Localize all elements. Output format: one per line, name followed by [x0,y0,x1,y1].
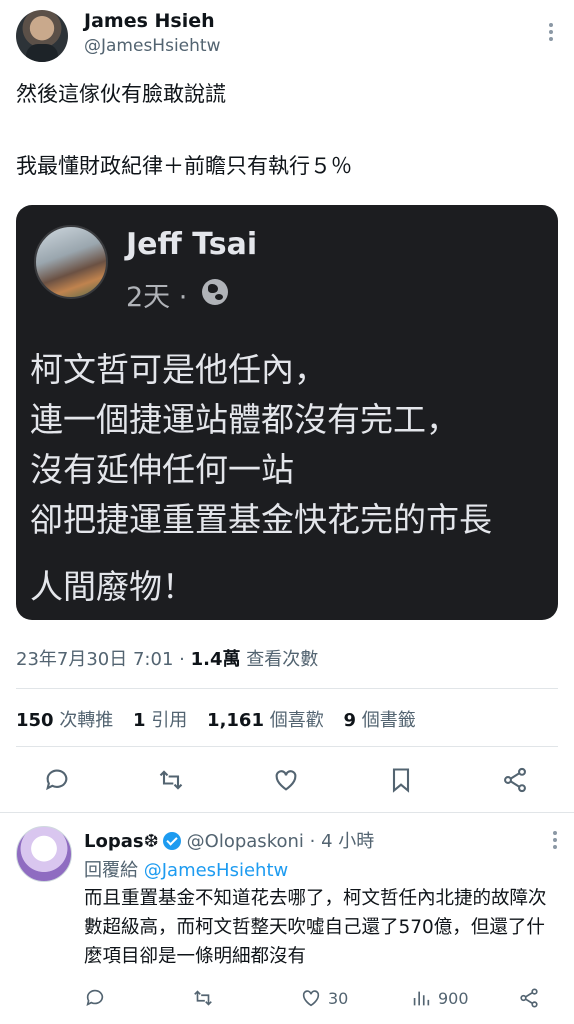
reply-text: 而且重置基金不知道花去哪了，柯文哲任內北捷的故障次數超級高，而柯文哲整天吹噓自己… [84,888,547,967]
reply-view-count: 900 [438,988,469,1008]
tweet-timestamp[interactable]: 23年7月30日 7:01 [16,649,173,670]
bookmark-icon[interactable] [387,766,417,796]
embedded-post-body: 柯文哲可是他任內， 連一個捷運站體都沒有完工， 沒有延伸任何一站 卻把捷運重置基… [30,350,492,539]
like-icon [302,990,320,1007]
reply-author-name[interactable]: Lopas❆ [84,831,159,852]
retweets-stat[interactable]: 150 次轉推 [16,710,113,731]
embedded-author-name: Jeff Tsai [126,227,258,262]
verified-badge-icon [162,832,181,850]
reply-tweet[interactable]: Lopas❆ @Olopaskoni · 4 小時 回覆給 @JamesHsieh… [0,812,574,1024]
share-icon[interactable] [501,766,531,796]
author-handle[interactable]: @JamesHsiehtw [84,36,220,56]
views-icon [413,991,430,1006]
bookmarks-stat[interactable]: 9 個書籤 [343,710,415,731]
views-label: 查看次數 [246,649,319,670]
divider [16,688,558,689]
attached-image[interactable]: Jeff Tsai 2天 · 柯文哲可是他任內， 連一個捷運站體都沒有完工， 沒… [16,205,558,620]
reply-time[interactable]: · 4 小時 [310,831,375,852]
like-icon[interactable] [272,766,302,796]
views-count: 1.4萬 [190,649,241,670]
like-button[interactable]: 30 [300,986,348,1010]
reply-icon[interactable] [43,766,73,796]
embedded-post-time: 2天 · [126,282,188,313]
more-options-icon[interactable] [548,22,554,46]
embedded-post-footer: 人間廢物！ [30,567,195,606]
tweet-text: 然後這傢伙有臉敢說謊 我最懂財政紀律＋前瞻只有執行５％ [16,82,352,178]
quotes-stat[interactable]: 1 引用 [133,710,187,731]
embedded-avatar [34,225,108,299]
tweet-action-bar [0,762,574,798]
likes-stat[interactable]: 1,161 個喜歡 [207,710,324,731]
retweet-icon[interactable] [192,986,214,1010]
reply-to: 回覆給 @JamesHsiehtw [84,856,288,882]
reply-to-mention[interactable]: @JamesHsiehtw [144,860,289,881]
retweet-icon[interactable] [157,766,187,796]
reply-author-handle[interactable]: @Olopaskoni [187,831,304,852]
share-icon[interactable] [518,986,540,1010]
views-button[interactable]: 900 [410,986,469,1010]
divider [16,746,558,747]
reply-avatar[interactable] [16,826,72,882]
tweet-stats: 150 次轉推 1 引用 1,161 個喜歡 9 個書籤 [16,706,430,732]
meta-separator: · [179,649,191,670]
author-avatar[interactable] [16,10,68,62]
reply-like-count: 30 [328,988,349,1008]
globe-icon [202,279,228,305]
more-options-icon[interactable] [552,830,558,855]
tweet-meta: 23年7月30日 7:01 · 1.4萬 查看次數 [16,645,318,671]
reply-icon[interactable] [84,986,106,1010]
tweet-header: James Hsieh @JamesHsiehtw [16,10,558,66]
reply-action-bar: 30 900 [0,984,574,1014]
author-name[interactable]: James Hsieh [84,10,215,32]
reply-to-label: 回覆給 [84,860,138,881]
reply-header: Lopas❆ @Olopaskoni · 4 小時 [84,827,374,853]
